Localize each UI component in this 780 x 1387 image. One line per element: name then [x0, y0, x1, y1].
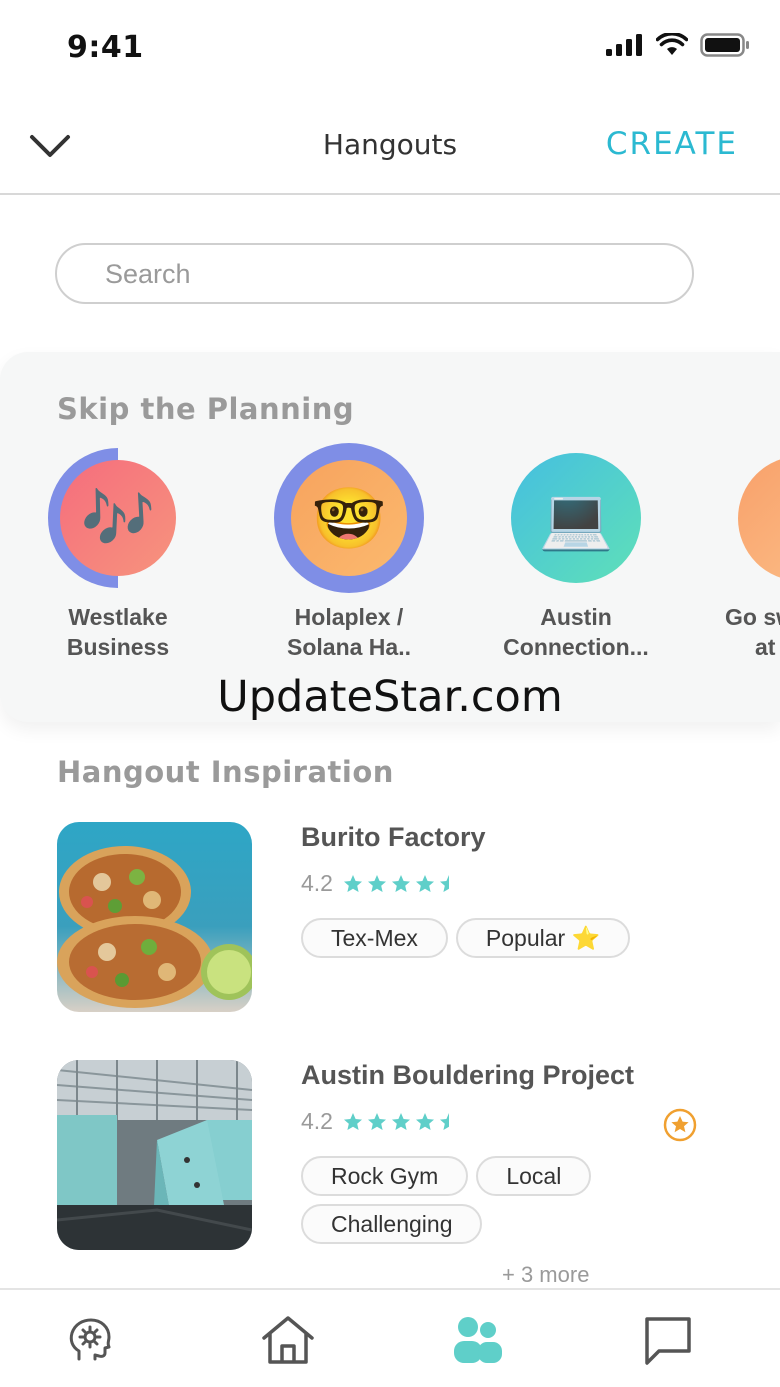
burrito-photo [57, 822, 252, 1012]
more-tags-link[interactable]: + 3 more [502, 1262, 589, 1288]
status-bar: 9:41 [0, 0, 780, 100]
star-icon [415, 874, 434, 892]
hangout-card-austin-bouldering[interactable]: Austin Bouldering Project 4.2 Rock Gym L… [57, 1060, 737, 1290]
music-notes-icon: 🎶 [60, 460, 176, 576]
tag-chip: Challenging [301, 1204, 483, 1244]
planning-circle: 🤓 [274, 443, 424, 593]
hangout-name: Austin Bouldering Project [301, 1060, 635, 1090]
star-icon [343, 874, 362, 892]
create-button[interactable]: CREATE [606, 126, 738, 162]
planning-circle [700, 448, 780, 588]
favorite-star-icon[interactable] [663, 1108, 697, 1142]
planning-circle: 🎶 [48, 448, 188, 588]
battery-icon [700, 33, 749, 57]
section-title: Skip the Planning [57, 392, 355, 426]
status-time: 9:41 [67, 30, 144, 65]
brain-gear-icon[interactable] [60, 1310, 120, 1370]
star-icon [367, 874, 386, 892]
planning-circle: 💻 [506, 448, 646, 588]
planning-item-label: Austin Connection... [503, 604, 649, 660]
cellular-signal-icon [606, 34, 642, 56]
star-icon [343, 1112, 362, 1130]
search-input[interactable] [105, 255, 665, 293]
rating-row: 4.2 [301, 1108, 459, 1135]
tag-chip: Local [476, 1156, 592, 1196]
bottom-tab-bar [0, 1288, 780, 1387]
people-group-icon[interactable] [447, 1310, 507, 1370]
tag-chip: Popular ⭐ [455, 918, 631, 958]
nerd-face-icon: 🤓 [291, 460, 407, 576]
planning-item-label: Go sw at [725, 604, 780, 660]
planning-item-austin[interactable]: 💻 Austin Connection... [476, 448, 676, 662]
watermark-text: UpdateStar.com [217, 672, 563, 722]
planning-item-label: Holaplex / Solana Ha.. [287, 604, 411, 660]
laptop-icon: 💻 [511, 453, 641, 583]
tag-list: Tex-Mex Popular ⭐ [301, 918, 681, 958]
rating-row: 4.2 [301, 870, 459, 897]
partial-item-icon [738, 456, 780, 581]
top-nav-header: Hangouts CREATE [0, 100, 780, 195]
star-icon [439, 1112, 449, 1130]
planning-item-partial[interactable]: Go sw at [700, 448, 780, 662]
home-icon[interactable] [258, 1310, 318, 1370]
star-icon [439, 874, 449, 892]
star-rating [343, 874, 459, 894]
wifi-icon [656, 33, 688, 55]
rating-value: 4.2 [301, 1108, 333, 1134]
climbing-gym-photo [57, 1060, 252, 1250]
planning-item-label: Westlake Business [66, 604, 170, 660]
planning-item-westlake[interactable]: 🎶 Westlake Business [18, 448, 218, 662]
rating-value: 4.2 [301, 870, 333, 896]
status-icons [606, 33, 750, 57]
planning-item-holaplex[interactable]: 🤓 Holaplex / Solana Ha.. [249, 443, 449, 662]
chat-bubble-icon[interactable] [638, 1310, 698, 1370]
tag-list: Rock Gym Local Challenging [301, 1156, 681, 1244]
hangout-name: Burito Factory [301, 822, 486, 852]
hangout-card-burito-factory[interactable]: Burito Factory 4.2 Tex-Mex Popular ⭐ [57, 822, 737, 1017]
tag-chip: Rock Gym [301, 1156, 469, 1196]
search-bar [55, 243, 694, 304]
star-rating [343, 1112, 459, 1132]
star-icon [391, 1112, 410, 1130]
star-icon [367, 1112, 386, 1130]
tag-chip: Tex-Mex [301, 918, 448, 958]
star-icon [391, 874, 410, 892]
skip-the-planning-section: Skip the Planning 🎶 Westlake Business 🤓 … [0, 352, 780, 722]
section-title: Hangout Inspiration [57, 755, 394, 789]
star-icon [415, 1112, 434, 1130]
